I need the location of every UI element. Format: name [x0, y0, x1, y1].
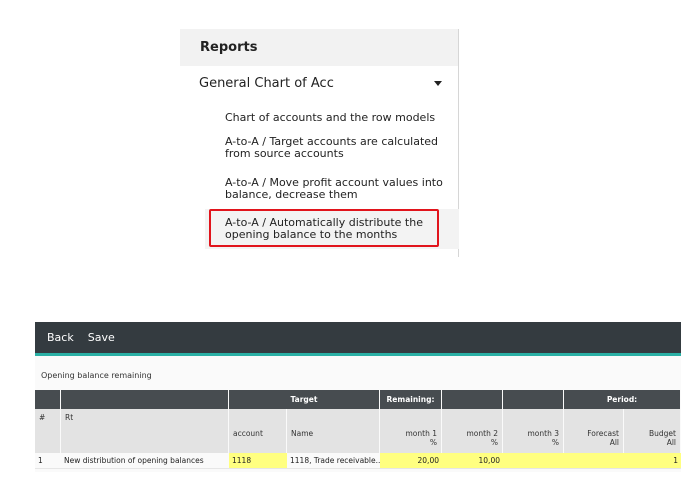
col-header-month2[interactable]: month 2% [442, 409, 503, 453]
group-header-row: Target Remaining: Period: [35, 390, 681, 409]
group-header-blank [503, 390, 564, 409]
cell-num: 1 [38, 456, 43, 465]
menu-item-chart-of-accounts[interactable]: Chart of accounts and the row models [205, 112, 459, 124]
group-header-blank [61, 390, 229, 409]
col-header-rt[interactable]: Rt [61, 409, 229, 453]
cell-rt[interactable]: New distribution of opening balances [61, 453, 229, 468]
col-header-forecast-label: Forecast All [587, 429, 619, 447]
col-header-account[interactable]: account [229, 409, 287, 453]
col-header-name[interactable]: Name [287, 409, 380, 453]
group-header-blank [35, 390, 61, 409]
menu-item-target-accounts[interactable]: A-to-A / Target accounts are calculated … [205, 136, 459, 160]
form-panel: Back Save Opening balance remaining Targ… [35, 322, 681, 472]
reports-header: Reports [180, 29, 458, 66]
column-header-row: # Rt account Name month 1% month 2% mont… [35, 409, 681, 453]
cell-account-input[interactable]: 1118 [229, 453, 287, 468]
toolbar: Back Save [35, 322, 681, 356]
cell-month2-input[interactable]: 10,00 [442, 453, 503, 468]
col-header-forecast[interactable]: Forecast All [564, 409, 624, 453]
back-button[interactable]: Back [47, 331, 74, 344]
group-header-target: Target [229, 390, 380, 409]
col-header-month3-label: month 3% [527, 429, 560, 447]
save-button[interactable]: Save [88, 331, 115, 344]
col-header-name-label: Name [291, 429, 314, 438]
highlight-box [209, 209, 439, 247]
col-header-num[interactable]: # [35, 409, 61, 453]
group-header-remaining: Remaining: [380, 390, 442, 409]
cell-name: 1118, Trade receivable... [290, 456, 380, 465]
col-header-month1[interactable]: month 1% [380, 409, 442, 453]
form-title: Opening balance remaining [41, 371, 152, 380]
section-label: General Chart of Acc [199, 75, 334, 91]
group-header-period: Period: [564, 390, 681, 409]
cell-month3-input[interactable] [503, 453, 564, 468]
cell-budget-input[interactable]: 1 [624, 453, 681, 468]
section-general-chart-of-accounts[interactable]: General Chart of Acc [180, 66, 458, 100]
col-header-month1-label: month 1% [405, 429, 438, 447]
cell-month1-input[interactable]: 20,00 [380, 453, 442, 468]
data-grid: Target Remaining: Period: # Rt account N… [35, 390, 681, 469]
table-row[interactable]: 1 New distribution of opening balances 1… [35, 453, 681, 469]
col-header-budget[interactable]: Budget All [624, 409, 681, 453]
col-header-budget-label: Budget All [649, 429, 676, 447]
col-header-account-label: account [233, 429, 263, 438]
col-header-month2-label: month 2% [466, 429, 499, 447]
group-header-blank [442, 390, 503, 409]
cell-forecast-input[interactable] [564, 453, 624, 468]
caret-down-icon [434, 80, 442, 86]
menu-item-move-profit-values[interactable]: A-to-A / Move profit account values into… [205, 177, 459, 201]
col-header-month3[interactable]: month 3% [503, 409, 564, 453]
